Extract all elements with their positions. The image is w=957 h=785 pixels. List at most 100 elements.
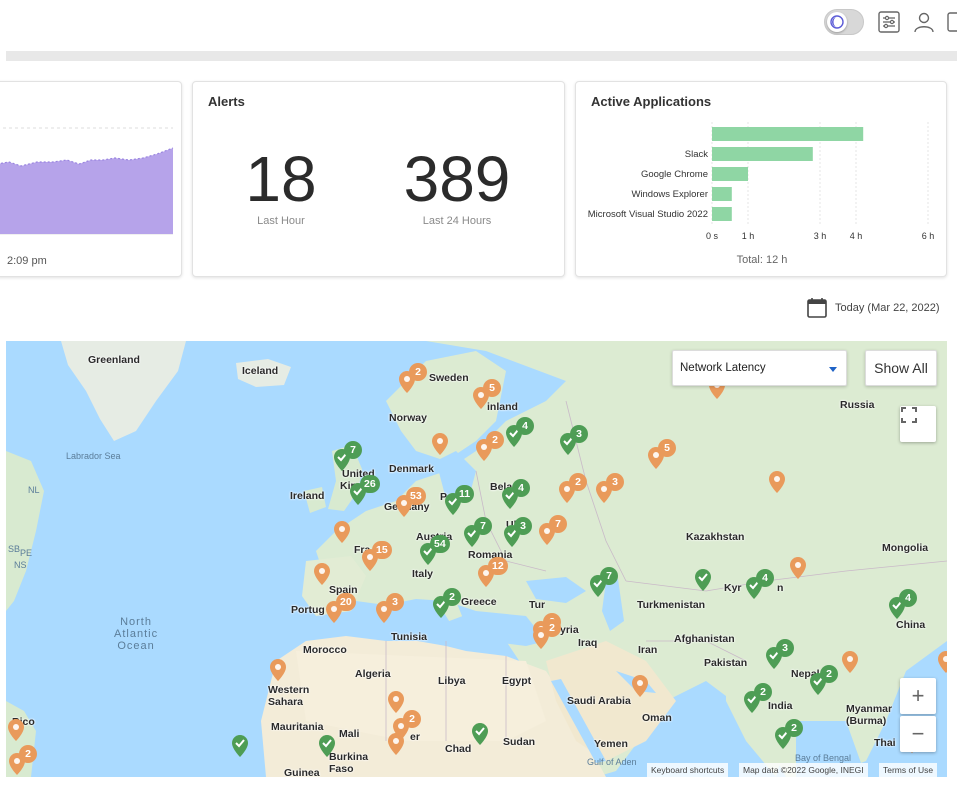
total-time-label: Total: 12 h <box>736 254 788 266</box>
cluster-count-badge[interactable]: 3 <box>776 639 794 657</box>
metric-select-value: Network Latency <box>680 362 766 374</box>
cluster-count-badge[interactable]: 2 <box>19 745 37 763</box>
zoom-in-button[interactable]: + <box>900 678 936 714</box>
map-label-syria: yria <box>560 624 579 636</box>
map-label-iceland: Iceland <box>242 365 279 377</box>
map-pin-orange[interactable] <box>388 733 404 755</box>
map-label-nl: NL <box>28 485 40 495</box>
map-pin-orange[interactable] <box>334 521 350 543</box>
cluster-count-badge[interactable]: 7 <box>344 441 362 459</box>
map-pin-green[interactable] <box>472 723 488 745</box>
sliders-icon[interactable] <box>877 10 901 34</box>
cluster-count-badge[interactable]: 2 <box>754 683 772 701</box>
map-pin-orange[interactable] <box>432 433 448 455</box>
x-tick-label: 0 s <box>706 231 719 241</box>
metric-select[interactable]: Network Latency <box>672 350 847 386</box>
map-label-labrador-sea: Labrador Sea <box>66 451 121 461</box>
x-tick-label: 6 h <box>922 231 935 241</box>
map-label-greece: Greece <box>461 596 497 608</box>
cluster-count-badge[interactable]: 7 <box>549 515 567 533</box>
cluster-count-badge[interactable]: 2 <box>403 710 421 728</box>
cluster-count-badge[interactable]: 2 <box>409 363 427 381</box>
map-label-mongolia: Mongolia <box>882 542 929 554</box>
cluster-count-badge[interactable]: 20 <box>336 593 356 611</box>
cluster-count-badge[interactable]: 2 <box>785 719 803 737</box>
cluster-count-badge[interactable]: 3 <box>386 593 404 611</box>
cluster-count-badge[interactable]: 53 <box>406 487 426 505</box>
cluster-count-badge[interactable]: 2 <box>820 665 838 683</box>
cluster-count-badge[interactable]: 11 <box>455 485 475 503</box>
map-label-algeria: Algeria <box>355 668 391 680</box>
cluster-count-badge[interactable]: 2 <box>569 473 587 491</box>
map-pin-green[interactable] <box>319 735 335 757</box>
map-label-sudan: Sudan <box>503 736 536 748</box>
map-label-china: China <box>896 619 926 631</box>
terms-of-use-link[interactable]: Terms of Use <box>879 763 938 777</box>
cluster-count-badge[interactable]: 4 <box>512 479 530 497</box>
map-pin-orange[interactable] <box>388 691 404 713</box>
map-label-italy: Italy <box>412 568 434 580</box>
world-map[interactable]: Greenland Iceland Sweden inland Norway R… <box>6 341 947 777</box>
map-label-finland: inland <box>487 401 518 413</box>
last-24-hours-label: Last 24 Hours <box>422 215 492 227</box>
map-pin-orange[interactable] <box>270 659 286 681</box>
calendar-icon <box>807 298 827 318</box>
fullscreen-icon <box>901 407 917 423</box>
map-pin-orange[interactable] <box>769 471 785 493</box>
cluster-count-badge[interactable]: 4 <box>899 589 917 607</box>
date-filter-label[interactable]: Today (Mar 22, 2022) <box>835 302 940 314</box>
user-icon[interactable] <box>912 10 936 34</box>
cluster-count-badge[interactable]: 54 <box>430 535 450 553</box>
cluster-count-badge[interactable]: 7 <box>600 567 618 585</box>
app-bar[interactable] <box>712 207 732 221</box>
app-label: Microsoft Visual Studio 2022 <box>588 209 708 220</box>
map-label-yemen: Yemen <box>594 738 628 750</box>
active-applications-card: Active Applications 0 s1 h3 h4 h6 h Slack… <box>575 81 947 277</box>
cluster-count-badge[interactable]: 5 <box>658 439 676 457</box>
show-all-button[interactable]: Show All <box>865 350 937 386</box>
cluster-count-badge[interactable]: 2 <box>486 431 504 449</box>
app-bar[interactable] <box>712 127 864 141</box>
cluster-count-badge[interactable]: 2 <box>543 619 561 637</box>
map-label-morocco: Morocco <box>303 644 347 656</box>
cluster-count-badge[interactable]: 7 <box>474 517 492 535</box>
cluster-count-badge[interactable]: 3 <box>606 473 624 491</box>
map-pin-orange[interactable] <box>8 719 24 741</box>
theme-toggle[interactable] <box>824 9 864 35</box>
map-pin-orange[interactable] <box>938 651 947 673</box>
cluster-count-badge[interactable]: 26 <box>360 475 380 493</box>
panel-icon[interactable] <box>946 10 957 34</box>
map-pin-green[interactable] <box>232 735 248 757</box>
app-bar[interactable] <box>712 167 748 181</box>
cluster-count-badge[interactable]: 2 <box>443 588 461 606</box>
cluster-count-badge[interactable]: 15 <box>372 541 392 559</box>
map-label-iran: Iran <box>638 644 658 656</box>
map-pin-orange[interactable] <box>842 651 858 673</box>
map-pin-orange[interactable] <box>632 675 648 697</box>
cluster-count-badge[interactable]: 3 <box>514 517 532 535</box>
map-pin-green[interactable] <box>695 569 711 591</box>
alerts-card: Alerts 18 Last Hour 389 Last 24 Hours <box>192 81 565 277</box>
map-label-thailand: Thai <box>874 737 896 749</box>
cluster-count-badge[interactable]: 4 <box>756 569 774 587</box>
keyboard-shortcuts-link[interactable]: Keyboard shortcuts <box>647 763 729 777</box>
date-filter[interactable] <box>807 297 827 319</box>
cluster-count-badge[interactable]: 4 <box>516 417 534 435</box>
zoom-out-button[interactable]: − <box>900 716 936 752</box>
traffic-chart-card: 2:09 pm <box>0 81 182 277</box>
map-pin-orange[interactable] <box>314 563 330 585</box>
map-label-gulf-of-aden: Gulf of Aden <box>587 757 637 767</box>
cluster-count-badge[interactable]: 5 <box>483 379 501 397</box>
app-bar[interactable] <box>712 187 732 201</box>
map-label-western-sahara: Western Sahara <box>268 684 310 708</box>
cluster-count-badge[interactable]: 3 <box>570 425 588 443</box>
cluster-count-badge[interactable]: 12 <box>488 557 508 575</box>
map-data-attribution: Map data ©2022 Google, INEGI <box>739 763 868 777</box>
map-label-ireland: Ireland <box>290 490 325 502</box>
map-label-pe: PE <box>20 548 33 558</box>
x-tick-label: 4 h <box>850 231 863 241</box>
app-bar[interactable] <box>712 147 813 161</box>
fullscreen-button[interactable] <box>900 406 936 442</box>
map-pin-orange[interactable] <box>790 557 806 579</box>
map-label-oman: Oman <box>642 712 672 724</box>
